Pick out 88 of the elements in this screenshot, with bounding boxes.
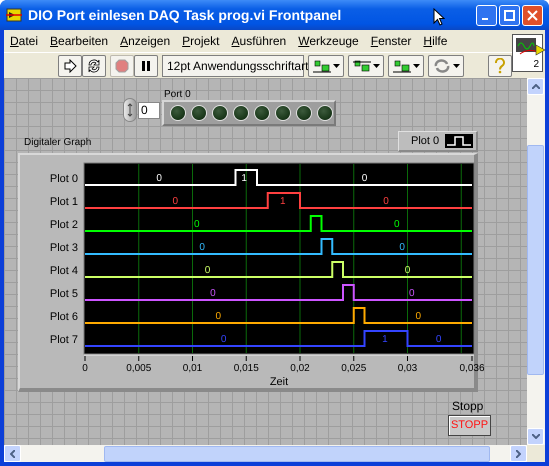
maximize-button[interactable] bbox=[499, 4, 520, 26]
value-label: 0 bbox=[399, 242, 405, 253]
axis-tick-label: 0,015 bbox=[234, 363, 259, 374]
value-label: 1 bbox=[280, 196, 286, 207]
close-button[interactable] bbox=[522, 4, 543, 26]
distribute-button[interactable] bbox=[348, 54, 384, 76]
cycle-arrows-icon bbox=[86, 58, 102, 74]
maximize-icon bbox=[504, 10, 515, 20]
resize-objects-icon bbox=[392, 58, 410, 72]
stop-sign-icon bbox=[115, 58, 129, 72]
value-label: 0 bbox=[383, 196, 389, 207]
align-objects-icon bbox=[312, 58, 330, 72]
axis-tick-label: 0,036 bbox=[459, 363, 485, 374]
menu-item[interactable]: Fenster bbox=[370, 32, 412, 50]
scroll-thumb[interactable] bbox=[104, 446, 490, 462]
reorder-icon bbox=[432, 58, 450, 72]
axis-tick-label: 0 bbox=[82, 363, 88, 374]
axis-tick-label: 0,01 bbox=[182, 363, 202, 374]
axis-tick-label: 0,03 bbox=[398, 363, 418, 374]
plot-name: Plot 7 bbox=[50, 334, 78, 346]
horizontal-scrollbar[interactable] bbox=[4, 445, 527, 462]
value-label: 0 bbox=[210, 288, 216, 299]
square-wave-icon bbox=[445, 134, 474, 148]
index-field[interactable]: 0 bbox=[138, 102, 160, 119]
help-button[interactable] bbox=[488, 54, 512, 76]
plot-name: Plot 1 bbox=[50, 196, 78, 208]
value-label: 0 bbox=[415, 311, 422, 322]
waveform-drawing bbox=[516, 38, 546, 58]
value-label: 0 bbox=[362, 173, 368, 184]
app-icon bbox=[6, 7, 22, 23]
close-icon bbox=[527, 10, 538, 20]
run-button[interactable] bbox=[58, 54, 82, 76]
plot-name: Plot 0 bbox=[50, 173, 78, 185]
value-label: 0 bbox=[394, 219, 400, 230]
menu-item[interactable]: Werkzeuge bbox=[298, 32, 359, 50]
value-label: 0 bbox=[204, 265, 210, 276]
value-label: 0 bbox=[220, 334, 226, 345]
value-label: 0 bbox=[156, 173, 162, 184]
plot-name: Plot 5 bbox=[50, 288, 78, 300]
value-label: 0 bbox=[409, 288, 415, 299]
plot-name: Plot 4 bbox=[50, 265, 78, 277]
run-continuously-button[interactable] bbox=[82, 54, 106, 76]
cursor-icon bbox=[433, 8, 445, 26]
control-label: Stopp bbox=[452, 398, 484, 415]
axis-tick-label: 0,02 bbox=[290, 363, 310, 374]
caret-icon bbox=[412, 64, 420, 68]
value-label: 0 bbox=[436, 334, 442, 345]
spin-button[interactable] bbox=[123, 98, 137, 122]
menu-item[interactable]: Datei bbox=[10, 32, 38, 50]
distribute-objects-icon bbox=[352, 58, 370, 72]
minimize-button[interactable] bbox=[476, 4, 497, 26]
axis-title: Zeit bbox=[270, 376, 288, 388]
minimize-icon bbox=[482, 18, 488, 20]
value-label: 0 bbox=[172, 196, 178, 207]
value-label: 0 bbox=[404, 265, 410, 276]
plot-name: Plot 6 bbox=[50, 311, 78, 323]
vertical-scrollbar[interactable] bbox=[527, 78, 545, 445]
axis-tick-label: 0,005 bbox=[126, 363, 152, 374]
plot-name: Plot 3 bbox=[50, 242, 78, 254]
legend-label: Plot 0 bbox=[411, 134, 440, 149]
control-label: Port 0 bbox=[164, 88, 191, 102]
caret-icon bbox=[372, 64, 380, 68]
menu-item[interactable]: Projekt bbox=[182, 32, 220, 50]
menu-item[interactable]: Anzeigen bbox=[120, 32, 170, 50]
menu-item[interactable]: Hilfe bbox=[423, 32, 448, 50]
menu-item[interactable]: Ausführen bbox=[232, 32, 286, 50]
align-button[interactable] bbox=[308, 54, 344, 76]
reorder-button[interactable] bbox=[428, 54, 464, 76]
window-title: DIO Port einlesen DAQ Task prog.vi Frontpanel bbox=[28, 6, 342, 25]
value-label: 1 bbox=[241, 173, 247, 184]
pause-button[interactable] bbox=[134, 54, 158, 76]
value-label: 0 bbox=[199, 242, 205, 253]
graph-label: Digitaler Graph bbox=[24, 136, 92, 150]
up-down-arrows-icon bbox=[127, 103, 133, 117]
value-label: 0 bbox=[194, 219, 200, 230]
caret-icon bbox=[332, 64, 340, 68]
pause-icon bbox=[140, 60, 152, 72]
value-label: 1 bbox=[382, 334, 388, 345]
resize-button[interactable] bbox=[388, 54, 424, 76]
axis-tick-label: 0,025 bbox=[341, 363, 366, 374]
vi-icon-number: 2 bbox=[533, 60, 539, 70]
question-mark-icon bbox=[494, 58, 506, 74]
menu-item[interactable]: Bearbeiten bbox=[50, 32, 108, 50]
caret-icon bbox=[452, 64, 460, 68]
value-label: 0 bbox=[216, 311, 222, 322]
scroll-thumb[interactable] bbox=[527, 145, 544, 375]
arrow-icon bbox=[63, 58, 77, 72]
plot-name: Plot 2 bbox=[50, 219, 78, 231]
